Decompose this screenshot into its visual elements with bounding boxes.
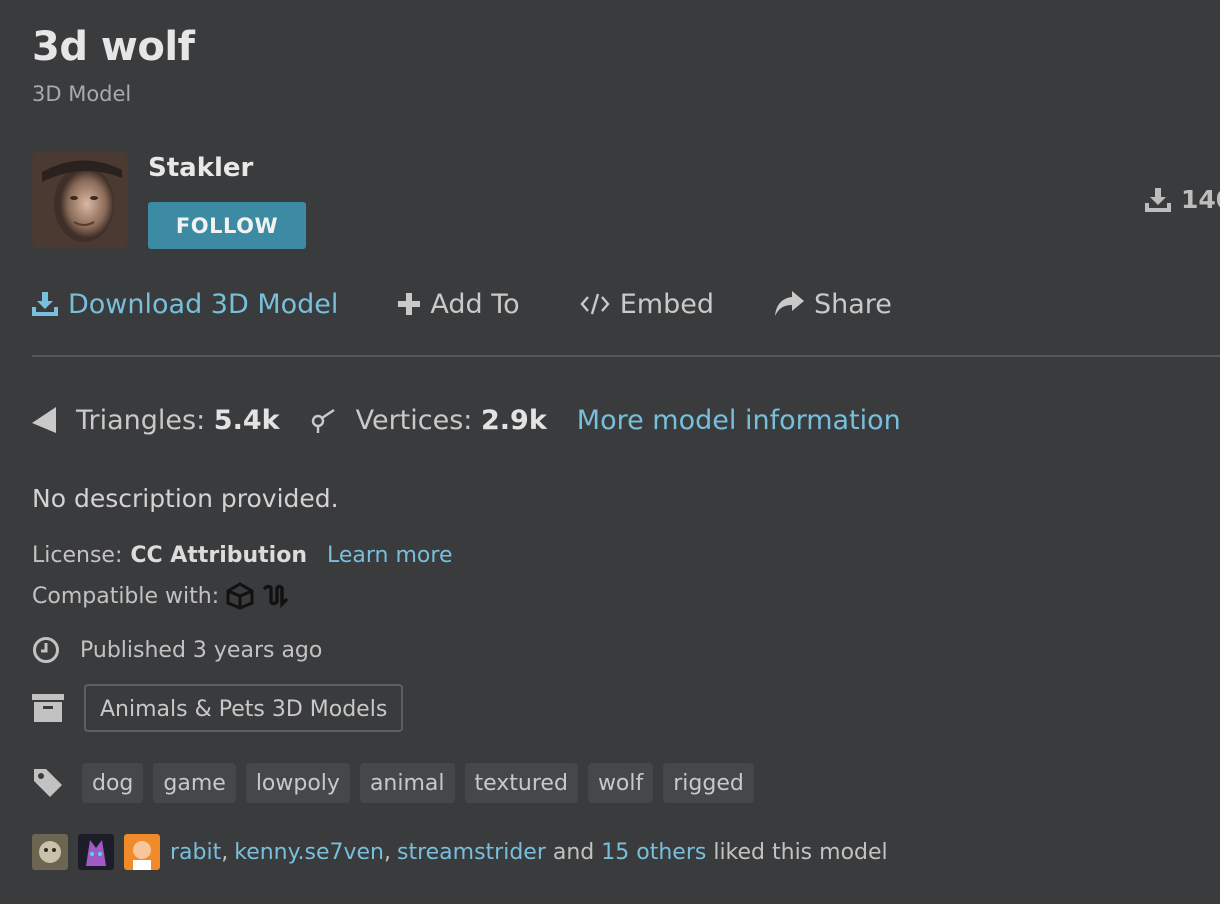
download-count-value: 140: [1181, 185, 1220, 214]
clock-icon: [33, 637, 59, 663]
download-icon: [32, 292, 58, 316]
compatible-label: Compatible with:: [32, 583, 220, 609]
share-label: Share: [813, 288, 892, 320]
triangles-value: 5.4k: [213, 404, 280, 436]
follow-button[interactable]: FOLLOW: [148, 202, 306, 249]
category-row: Animals & Pets 3D Models: [32, 684, 404, 732]
page-title: 3d wolf: [32, 24, 195, 70]
add-to-label: Add To: [430, 288, 520, 320]
add-to-button[interactable]: Add To: [398, 288, 520, 320]
divider: [32, 355, 1220, 357]
published-row: Published 3 years ago: [32, 636, 322, 664]
triangle-icon: [32, 407, 56, 433]
tag-list: dog game lowpoly animal textured wolf ri…: [82, 763, 764, 803]
comma-separator: ,: [221, 839, 229, 865]
tag-chip[interactable]: lowpoly: [245, 763, 350, 803]
liker-link[interactable]: rabit: [170, 840, 221, 865]
category-chip[interactable]: Animals & Pets 3D Models: [84, 684, 404, 732]
compatible-row: Compatible with:: [32, 582, 291, 610]
likes-suffix: liked this model: [713, 839, 888, 865]
download-model-button[interactable]: Download 3D Model: [32, 289, 338, 320]
triangles-stat: Triangles: 5.4k: [32, 405, 280, 436]
share-button[interactable]: Share: [774, 289, 892, 320]
author-avatar[interactable]: [32, 152, 128, 248]
license-value: CC Attribution: [130, 543, 308, 568]
plus-icon: [398, 293, 421, 315]
unreal-icon[interactable]: [261, 582, 291, 610]
unity-icon[interactable]: [225, 582, 255, 610]
liker-avatar[interactable]: [124, 834, 160, 870]
share-icon: [774, 291, 804, 316]
triangles-label: Triangles:: [76, 404, 206, 436]
model-stats: Triangles: 5.4k Vertices: 2.9k More mode…: [32, 400, 901, 440]
tag-chip[interactable]: animal: [359, 763, 455, 803]
model-description: No description provided.: [32, 484, 339, 513]
tags-row: dog game lowpoly animal textured wolf ri…: [32, 763, 764, 803]
others-likes-link[interactable]: 15 others: [601, 840, 706, 865]
comma-separator: ,: [383, 839, 391, 865]
published-date: Published 3 years ago: [80, 637, 323, 663]
author-name[interactable]: Stakler: [148, 153, 253, 183]
download-icon: [1145, 187, 1171, 212]
tag-chip[interactable]: wolf: [587, 763, 654, 803]
liker-avatar[interactable]: [32, 834, 68, 870]
model-actions: Download 3D Model Add To Embed Share: [32, 284, 952, 324]
model-type-label: 3D Model: [32, 82, 132, 106]
code-icon: [580, 293, 610, 315]
learn-more-link[interactable]: Learn more: [327, 543, 452, 568]
liker-link[interactable]: kenny.se7ven: [234, 840, 384, 865]
likes-and-text: and: [552, 839, 595, 865]
vertex-icon: [311, 409, 335, 433]
likes-row: rabit, kenny.se7ven, streamstrider and 1…: [32, 834, 888, 870]
embed-button[interactable]: Embed: [580, 289, 714, 320]
vertices-stat: Vertices: 2.9k: [310, 405, 547, 436]
license-row: License: CC Attribution Learn more: [32, 543, 452, 568]
download-count: 140: [1145, 185, 1220, 214]
tag-chip[interactable]: rigged: [663, 763, 754, 803]
tag-chip[interactable]: textured: [464, 763, 578, 803]
liker-avatar[interactable]: [78, 834, 114, 870]
archive-icon: [32, 694, 64, 722]
tag-icon: [34, 769, 62, 797]
more-model-info-link[interactable]: More model information: [577, 405, 901, 436]
download-model-label: Download 3D Model: [68, 288, 339, 320]
tag-chip[interactable]: game: [153, 763, 236, 803]
liker-link[interactable]: streamstrider: [397, 840, 546, 865]
tag-chip[interactable]: dog: [82, 763, 144, 803]
vertices-value: 2.9k: [480, 404, 547, 436]
embed-label: Embed: [619, 288, 714, 320]
license-label: License:: [32, 543, 123, 568]
vertices-label: Vertices:: [355, 404, 473, 436]
